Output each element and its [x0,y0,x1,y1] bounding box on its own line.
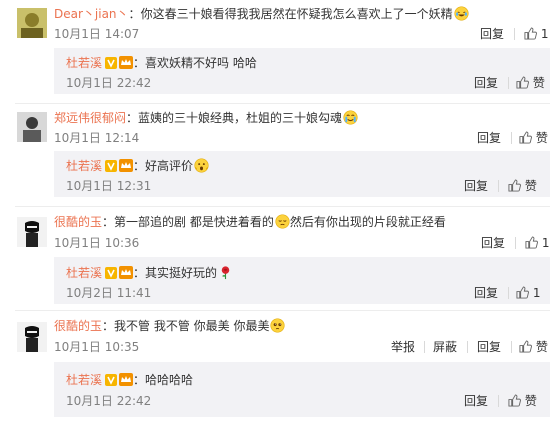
laughing-tears-emoji [454,6,469,21]
block-button[interactable]: 屏蔽 [433,338,457,356]
username-link[interactable]: 杜若溪 [66,56,102,70]
comment-time: 10月1日 10:35 [54,340,140,354]
username-link[interactable]: 很酷的玉 [54,319,102,333]
like-label: 赞 [535,131,548,145]
username-link[interactable]: 杜若溪 [66,266,102,280]
reply-text: ：其实挺好玩的 [133,266,218,280]
like-label: 赞 [524,394,537,408]
avatar[interactable] [17,322,47,352]
like-count: 1 [541,236,550,250]
username-link[interactable]: 杜若溪 [66,373,102,387]
username-link[interactable]: 很酷的玉 [54,215,102,229]
report-button[interactable]: 举报 [391,338,415,356]
reply-button[interactable]: 回复 [481,234,505,252]
reply-button[interactable]: 回复 [480,25,504,43]
reply-button[interactable]: 回复 [474,284,498,302]
comment-text: ：我不管 我不管 你最美 你最美 [102,319,270,333]
reply-button[interactable]: 回复 [477,129,501,147]
comment-time: 10月1日 12:14 [54,131,140,145]
surprised-face-emoji [194,158,209,173]
comment-time: 10月1日 14:07 [54,27,140,41]
reply-button[interactable]: 回复 [474,74,498,92]
like-count: 1 [540,27,549,41]
reply-button[interactable]: 回复 [464,392,488,410]
like-button[interactable]: 赞 [508,177,537,195]
reply-time: 10月1日 22:42 [66,394,152,408]
like-label: 赞 [535,340,548,354]
comment-item: 很酷的玉：第一部追的剧 都是快进着看的 然后有你出现的片段就正经看 10月1日 1… [0,207,550,310]
like-count: 1 [532,286,541,300]
thumbs-up-icon [508,179,521,192]
pleading-face-emoji [270,318,286,333]
reply-time: 10月2日 11:41 [66,286,152,300]
comment-item: Dear丶jian丶：你这春三十娘看得我我居然在怀疑我怎么喜欢上了一个妖精 10… [0,0,550,104]
comment-time: 10月1日 10:36 [54,236,140,250]
reply-box: 杜若溪 ：其实挺好玩的 10月2日 11:41 回复 1 [54,257,550,304]
thumbs-up-icon [525,236,538,249]
comment-text-continued: 然后有你出现的片段就正经看 [289,215,446,229]
member-crown-icon[interactable] [119,373,134,386]
reply-text: ：好高评价 [133,159,194,173]
avatar[interactable] [17,217,47,247]
member-crown-icon[interactable] [119,266,134,279]
reply-box: 杜若溪 ：哈哈哈哈 10月1日 22:42 回复 赞 [54,362,550,417]
username-link[interactable]: Dear丶jian丶 [54,7,129,21]
thumbs-up-icon [519,131,532,144]
thumbs-up-icon [508,394,521,407]
verified-v-badge-icon [105,160,118,172]
like-button[interactable]: 赞 [519,129,548,147]
thumbs-up-icon [516,286,529,299]
verified-v-badge-icon [105,267,118,279]
thumbs-up-icon [516,76,529,89]
verified-v-badge-icon [105,374,118,386]
thumbs-up-icon [519,340,532,353]
reply-button[interactable]: 回复 [477,338,501,356]
reply-button[interactable]: 回复 [464,177,488,195]
reply-text: ：哈哈哈哈 [133,373,194,387]
comment-text: ：第一部追的剧 都是快进着看的 [102,215,274,229]
member-crown-icon[interactable] [119,159,134,172]
member-crown-icon[interactable] [119,56,134,69]
like-button[interactable]: 1 [524,25,548,43]
reply-time: 10月1日 12:31 [66,179,152,193]
thumbs-up-icon [524,27,537,40]
comment-item: 很酷的玉：我不管 我不管 你最美 你最美 10月1日 10:35 举报 屏蔽 回… [0,311,550,423]
reply-time: 10月1日 22:42 [66,76,152,90]
like-label: 赞 [524,179,537,193]
avatar[interactable] [17,8,47,38]
reply-text: ：喜欢妖精不好吗 哈哈 [133,56,257,70]
username-link[interactable]: 郑远伟很郁闷 [54,111,126,125]
relieved-face-emoji [275,214,290,229]
like-button[interactable]: 1 [516,284,540,302]
rose-emoji [221,266,230,280]
comment-item: 郑远伟很郁闷：蓝姨的三十娘经典，杜姐的三十娘勾魂 10月1日 12:14 回复 … [0,104,550,206]
comment-text: ：蓝姨的三十娘经典，杜姐的三十娘勾魂 [126,111,343,125]
comment-text: ：你这春三十娘看得我我居然在怀疑我怎么喜欢上了一个妖精 [128,7,453,21]
like-button[interactable]: 1 [525,234,549,252]
reply-box: 杜若溪 ：喜欢妖精不好吗 哈哈 10月1日 22:42 回复 赞 [54,48,550,94]
reply-box: 杜若溪 ：好高评价 10月1日 12:31 回复 赞 [54,151,550,197]
verified-v-badge-icon [105,57,118,69]
username-link[interactable]: 杜若溪 [66,159,102,173]
like-button[interactable]: 赞 [519,338,548,356]
avatar[interactable] [17,112,47,142]
like-label: 赞 [532,76,545,90]
like-button[interactable]: 赞 [508,392,537,410]
like-button[interactable]: 赞 [516,74,545,92]
crying-laughing-emoji [343,110,358,125]
